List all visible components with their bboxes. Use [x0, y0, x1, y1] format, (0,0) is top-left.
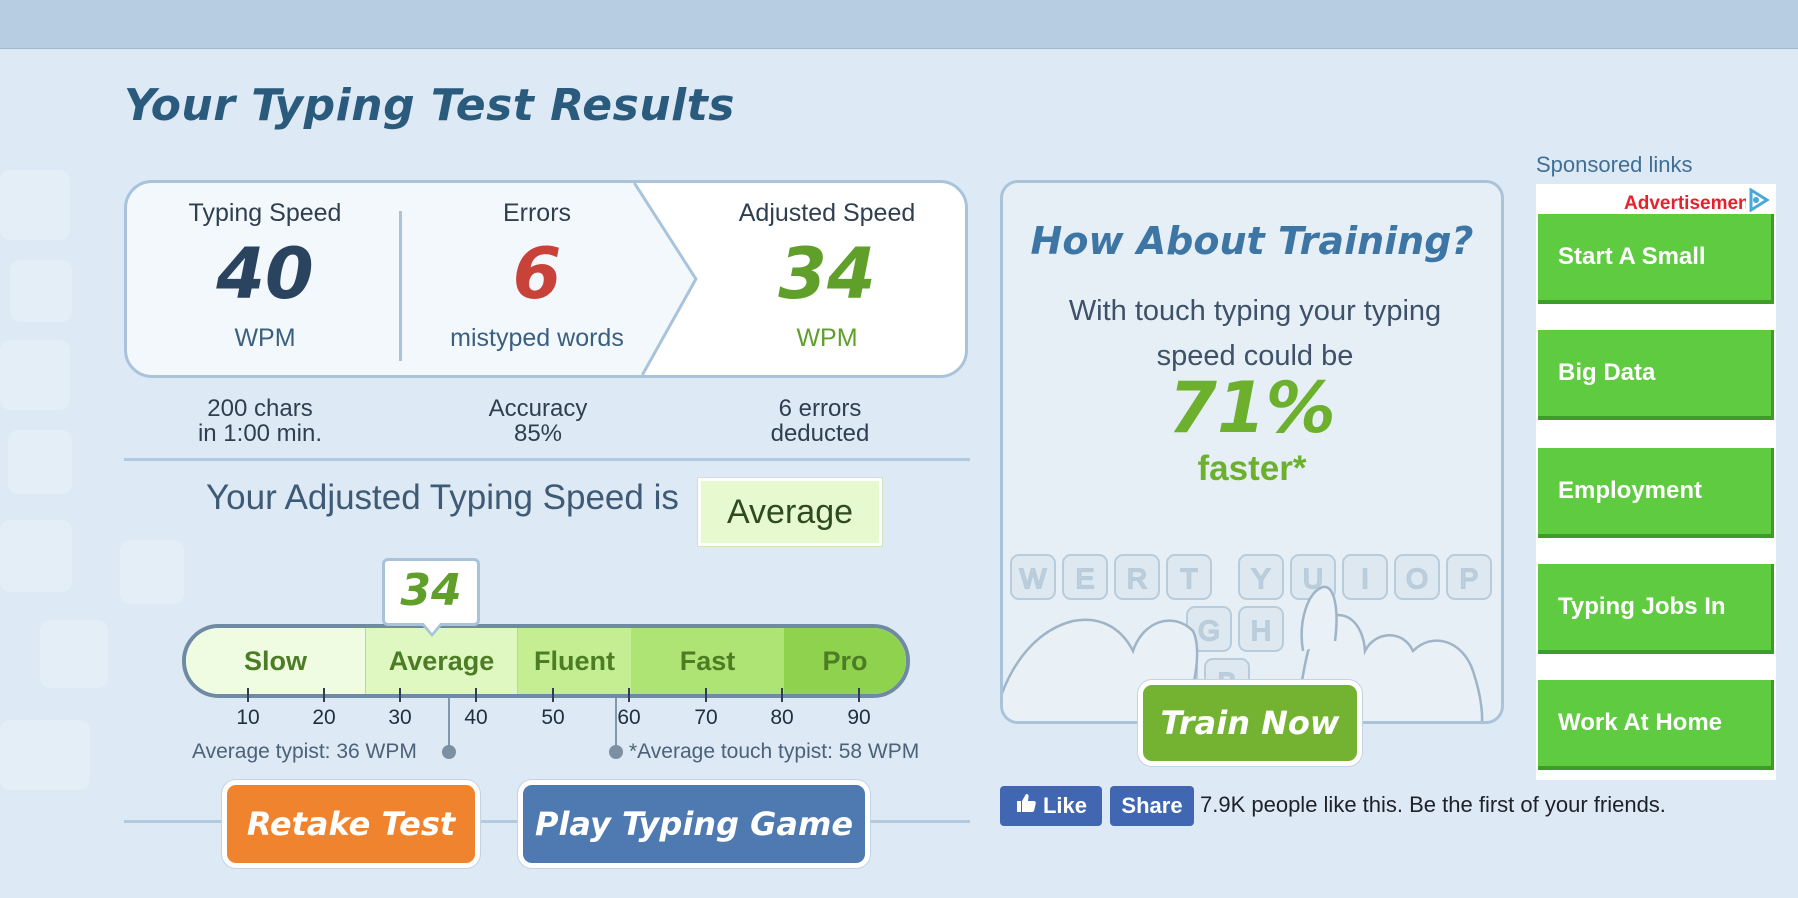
average-touch-typist-marker: *Average touch typist: 58 WPM — [629, 740, 920, 763]
ad-link-work-at-home[interactable]: Work At Home — [1538, 680, 1774, 770]
tick-label: 90 — [847, 706, 871, 729]
training-panel: How About Training? With touch typing yo… — [1000, 180, 1504, 724]
adjusted-speed-unit: WPM — [796, 324, 858, 352]
facebook-like-button[interactable]: Like — [1000, 786, 1102, 826]
ad-link-typing-jobs[interactable]: Typing Jobs In — [1538, 564, 1774, 654]
svg-text:H: H — [1251, 615, 1271, 646]
chars-substat: 200 chars in 1:00 min. — [140, 396, 380, 446]
typing-speed-value: 40 — [216, 233, 314, 315]
training-title: How About Training? — [1030, 219, 1474, 263]
ad-link-employment[interactable]: Employment — [1538, 448, 1774, 538]
typing-speed-label: Typing Speed — [188, 199, 342, 227]
facebook-like-count: 7.9K people like this. Be the first of y… — [1200, 792, 1666, 817]
score-bubble: 34 — [382, 558, 480, 626]
svg-text:W: W — [1020, 563, 1047, 594]
retake-test-button[interactable]: Retake Test — [222, 780, 480, 868]
top-bar — [0, 0, 1798, 49]
tick-label: 80 — [770, 706, 794, 729]
deducted-substat: 6 errors deducted — [700, 396, 940, 446]
training-faster: faster* — [1197, 449, 1307, 488]
like-label: Like — [1042, 793, 1088, 818]
chars-time: in 1:00 min. — [197, 420, 323, 447]
svg-text:E: E — [1076, 563, 1095, 594]
section-divider — [124, 458, 970, 461]
errors-unit: mistyped words — [450, 324, 624, 352]
svg-text:P: P — [1460, 563, 1479, 594]
thumbs-up-icon — [1015, 792, 1037, 820]
svg-text:T: T — [1180, 563, 1197, 594]
adchoices-icon[interactable] — [1748, 188, 1770, 212]
typing-speed-unit: WPM — [234, 324, 296, 352]
ad-link-start-a-small[interactable]: Start A Small — [1538, 214, 1774, 304]
sponsored-links-label: Sponsored links — [1536, 152, 1693, 177]
tick-label: 60 — [617, 706, 641, 729]
svg-text:O: O — [1406, 563, 1428, 594]
facebook-share-button[interactable]: Share — [1110, 786, 1194, 826]
tick-label: 50 — [541, 706, 565, 729]
train-now-button[interactable]: Train Now — [1138, 680, 1362, 766]
svg-text:R: R — [1127, 563, 1147, 594]
scale-segment-fluent: Fluent — [518, 628, 632, 694]
accuracy-value: 85% — [513, 420, 563, 447]
adjusted-speed-value: 34 — [778, 233, 876, 315]
scale-segment-fast: Fast — [632, 628, 784, 694]
errors-value: 6 — [512, 233, 562, 315]
chars-count: 200 chars — [207, 395, 313, 422]
deducted-label: deducted — [770, 420, 870, 447]
training-percent: 71% — [1168, 367, 1336, 449]
results-card: Typing Speed 40 WPM Errors 6 mistyped wo… — [124, 180, 968, 378]
accuracy-label: Accuracy — [488, 395, 588, 422]
errors-label: Errors — [502, 199, 572, 227]
scale-segment-average: Average — [366, 628, 518, 694]
page-title: Your Typing Test Results — [124, 80, 735, 131]
scale-segment-pro: Pro — [784, 628, 906, 694]
level-badge: Average — [698, 478, 882, 546]
training-text: With touch typing your typing speed coul… — [1068, 295, 1442, 372]
svg-text:G: G — [1198, 615, 1220, 646]
advertisement-badge: Advertisement — [1624, 193, 1746, 214]
errors-stat: Errors 6 mistyped words — [417, 199, 657, 353]
ad-link-big-data[interactable]: Big Data — [1538, 330, 1774, 420]
tick-label: 40 — [464, 706, 488, 729]
tick-label: 70 — [694, 706, 718, 729]
tick-label: 30 — [388, 706, 412, 729]
adjusted-speed-stat: Adjusted Speed 34 WPM — [707, 199, 947, 353]
stat-divider — [399, 211, 402, 361]
tick-label: 10 — [236, 706, 260, 729]
tick-label: 20 — [312, 706, 336, 729]
level-text: Your Adjusted Typing Speed is — [206, 478, 679, 517]
accuracy-substat: Accuracy 85% — [418, 396, 658, 446]
deducted-count: 6 errors — [778, 395, 862, 422]
average-typist-marker: Average typist: 36 WPM — [192, 740, 417, 763]
typing-speed-stat: Typing Speed 40 WPM — [147, 199, 383, 353]
play-typing-game-button[interactable]: Play Typing Game — [518, 780, 870, 868]
speed-scale: Slow Average Fluent Fast Pro — [182, 624, 910, 698]
scale-segment-slow: Slow — [186, 628, 366, 694]
svg-text:I: I — [1361, 563, 1369, 594]
svg-text:Y: Y — [1252, 563, 1271, 594]
adjusted-speed-label: Adjusted Speed — [738, 199, 916, 227]
